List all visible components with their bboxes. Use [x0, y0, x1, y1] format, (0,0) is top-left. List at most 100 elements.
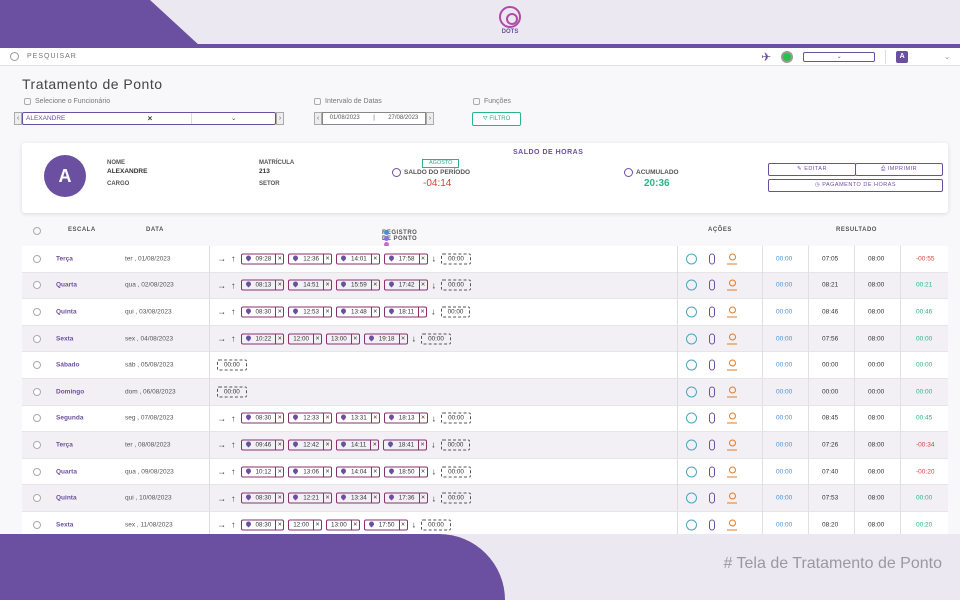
history-icon[interactable] — [686, 412, 697, 424]
punch-chip[interactable]: 09:46 × — [240, 439, 285, 451]
table-row[interactable]: Domingo dom , 06/08/2023 00:00 00:00 00:… — [22, 378, 948, 406]
table-row[interactable]: Quinta qui , 03/08/2023 → ↑ 08:30 × 12:53 × 13… — [22, 298, 948, 326]
remove-punch-icon[interactable]: × — [323, 254, 331, 264]
row-select-radio[interactable] — [33, 334, 41, 343]
filter-button[interactable]: ⛛ FILTRO — [472, 112, 521, 126]
punch-chip[interactable]: 09:28 × — [240, 253, 285, 265]
hours-payment-button[interactable]: ◷ PAGAMENTO DE HORAS — [768, 179, 943, 192]
punch-chip[interactable]: 08:30 × — [240, 306, 285, 318]
adjust-icon[interactable] — [709, 386, 715, 398]
user-icon[interactable] — [727, 359, 737, 371]
remove-punch-icon[interactable]: × — [323, 280, 331, 290]
arrow-down-icon[interactable]: ↓ — [412, 334, 417, 344]
adjust-icon[interactable] — [709, 439, 715, 451]
row-select-radio[interactable] — [33, 307, 41, 316]
remove-punch-icon[interactable]: × — [275, 520, 283, 530]
total-hours-field[interactable]: 00:00 — [441, 279, 471, 291]
chevron-down-icon[interactable]: ⌄ — [944, 53, 950, 61]
row-select-radio[interactable] — [33, 254, 41, 263]
remove-punch-icon[interactable]: × — [275, 413, 283, 423]
escala-link[interactable]: Quarta — [56, 282, 77, 289]
remove-punch-icon[interactable]: × — [418, 467, 427, 477]
prev-period-button[interactable]: ‹ — [314, 112, 322, 125]
history-icon[interactable] — [686, 306, 697, 318]
remove-punch-icon[interactable]: × — [418, 440, 426, 450]
history-icon[interactable] — [686, 333, 697, 345]
remove-punch-icon[interactable]: × — [418, 254, 427, 264]
punch-chip[interactable]: 08:30 × — [240, 519, 285, 531]
punch-chip[interactable]: 12:53 × — [288, 306, 333, 318]
user-icon[interactable] — [727, 412, 737, 424]
escala-link[interactable]: Quarta — [56, 468, 77, 475]
row-select-radio[interactable] — [33, 387, 41, 396]
punch-chip[interactable]: 08:30 × — [240, 492, 285, 504]
remove-punch-icon[interactable]: × — [323, 467, 331, 477]
remove-punch-icon[interactable]: × — [313, 334, 321, 344]
next-employee-button[interactable]: › — [276, 112, 284, 125]
arrow-down-icon[interactable]: ↓ — [412, 520, 417, 530]
punch-chip[interactable]: 18:50 × — [383, 466, 428, 478]
row-select-radio[interactable] — [33, 281, 41, 290]
remove-punch-icon[interactable]: × — [275, 307, 283, 317]
adjust-icon[interactable] — [709, 412, 715, 424]
table-row[interactable]: Terça ter , 08/08/2023 → ↑ 09:46 × 12:42 × 14:… — [22, 431, 948, 459]
remove-punch-icon[interactable]: × — [323, 413, 331, 423]
arrow-down-icon[interactable]: ↓ — [432, 413, 437, 423]
remove-punch-icon[interactable]: × — [370, 493, 379, 503]
company-select[interactable]: ⌄ — [803, 51, 876, 62]
arrow-up-icon[interactable]: ↑ — [231, 334, 236, 344]
arrow-up-icon[interactable]: ↑ — [231, 280, 236, 290]
punch-chip[interactable]: 17:58 × — [383, 253, 428, 265]
history-icon[interactable] — [686, 253, 697, 265]
arrow-down-icon[interactable]: ↓ — [432, 493, 437, 503]
punch-chip[interactable]: 14:04 × — [336, 466, 380, 478]
punch-chip[interactable]: 17:50 × — [363, 519, 408, 531]
punch-chip[interactable]: 12:42 × — [288, 439, 333, 451]
remove-punch-icon[interactable]: × — [275, 334, 283, 344]
prev-employee-button[interactable]: ‹ — [14, 112, 22, 125]
escala-link[interactable]: Segunda — [56, 415, 83, 422]
punch-chip[interactable]: 15:59 × — [336, 279, 380, 291]
adjust-icon[interactable] — [709, 306, 715, 318]
row-select-radio[interactable] — [33, 414, 41, 423]
table-row[interactable]: Terça ter , 01/08/2023 → ↑ 09:28 × 12:36 × 14:… — [22, 245, 948, 273]
total-hours-field[interactable]: 00:00 — [440, 439, 471, 451]
employee-field[interactable]: ALEXANDRE × ⌄ — [22, 112, 276, 125]
history-icon[interactable] — [686, 492, 697, 504]
remove-punch-icon[interactable]: × — [275, 254, 283, 264]
punch-chip[interactable]: 14:01 × — [336, 253, 380, 265]
remove-punch-icon[interactable]: × — [323, 493, 331, 503]
table-row[interactable]: Sexta sex , 11/08/2023 → ↑ 08:30 × 12:00 × 13:… — [22, 511, 948, 534]
remove-punch-icon[interactable]: × — [275, 493, 283, 503]
arrow-up-icon[interactable]: ↑ — [231, 254, 236, 264]
punch-chip[interactable]: 18:13 × — [383, 412, 428, 424]
punch-chip[interactable]: 10:12 × — [240, 466, 285, 478]
employee-select[interactable]: ‹ ALEXANDRE × ⌄ › — [14, 112, 284, 125]
notification-bell-icon[interactable] — [781, 50, 794, 63]
adjust-icon[interactable] — [709, 359, 715, 371]
remove-punch-icon[interactable]: × — [275, 280, 283, 290]
total-hours-field[interactable]: 00:00 — [217, 386, 247, 398]
remove-punch-icon[interactable]: × — [323, 440, 331, 450]
punch-chip[interactable]: 19:18 × — [363, 333, 408, 345]
table-row[interactable]: Quinta qui , 10/08/2023 → ↑ 08:30 × 12:21 × 13… — [22, 484, 948, 512]
punch-chip[interactable]: 12:36 × — [288, 253, 333, 265]
punch-chip[interactable]: 18:11 × — [383, 306, 428, 318]
total-hours-field[interactable]: 00:00 — [441, 466, 471, 478]
remove-punch-icon[interactable]: × — [370, 254, 379, 264]
remove-punch-icon[interactable]: × — [370, 440, 378, 450]
adjust-icon[interactable] — [709, 279, 715, 291]
punch-chip[interactable]: 14:51 × — [288, 279, 333, 291]
adjust-icon[interactable] — [709, 253, 715, 265]
row-select-radio[interactable] — [33, 440, 41, 449]
arrow-up-icon[interactable]: ↑ — [231, 520, 236, 530]
punch-chip[interactable]: 08:30 × — [240, 412, 285, 424]
total-hours-field[interactable]: 00:00 — [217, 359, 247, 371]
table-row[interactable]: Segunda seg , 07/08/2023 → ↑ 08:30 × 12:33 × 1… — [22, 405, 948, 433]
remove-punch-icon[interactable]: × — [323, 307, 331, 317]
total-hours-field[interactable]: 00:00 — [421, 333, 451, 345]
user-icon[interactable] — [727, 439, 737, 451]
arrow-down-icon[interactable]: ↓ — [431, 307, 436, 317]
punch-chip[interactable]: 13:06 × — [288, 466, 333, 478]
row-select-radio[interactable] — [33, 467, 41, 476]
